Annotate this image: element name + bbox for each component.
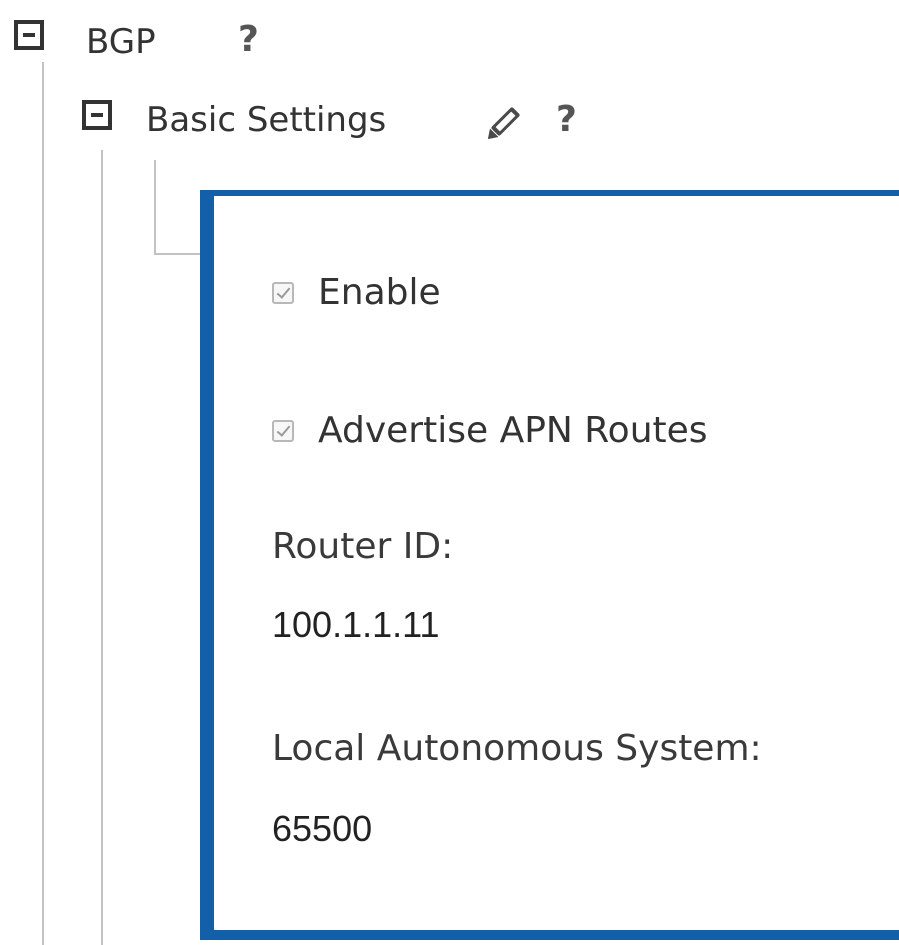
tree-guide-connector-leaf	[154, 253, 204, 255]
basic-settings-help-icon[interactable]: ?	[556, 100, 577, 140]
bgp-help-icon[interactable]: ?	[238, 20, 259, 60]
tree-guide-line-leaf	[154, 160, 156, 255]
router-id-value: 100.1.1.11	[272, 604, 440, 645]
enable-checkbox[interactable]	[272, 281, 294, 304]
router-id-label: Router ID:	[272, 526, 454, 567]
minus-box-icon	[23, 33, 35, 37]
basic-settings-node-label[interactable]: Basic Settings	[146, 100, 386, 140]
pencil-icon[interactable]	[482, 105, 522, 145]
enable-checkbox-label: Enable	[318, 272, 441, 313]
local-as-value: 65500	[272, 808, 373, 849]
minus-box-icon	[91, 113, 103, 117]
advertise-apn-routes-label: Advertise APN Routes	[318, 410, 708, 451]
bgp-node-label[interactable]: BGP	[86, 22, 156, 62]
enable-checkbox-row: Enable	[272, 272, 441, 313]
advertise-apn-routes-checkbox[interactable]	[272, 419, 294, 442]
advertise-apn-routes-checkbox-row: Advertise APN Routes	[272, 410, 708, 451]
bgp-collapse-toggle[interactable]	[14, 20, 44, 50]
tree-guide-line-child	[101, 150, 103, 945]
basic-settings-collapse-toggle[interactable]	[82, 100, 112, 130]
local-as-label: Local Autonomous System:	[272, 728, 762, 769]
tree-guide-line-root	[42, 62, 44, 945]
basic-settings-panel: Enable Advertise APN Routes Router ID: 1…	[200, 190, 899, 940]
bgp-tree-view: BGP ? Basic Settings ? Enable Advertise …	[0, 0, 899, 945]
